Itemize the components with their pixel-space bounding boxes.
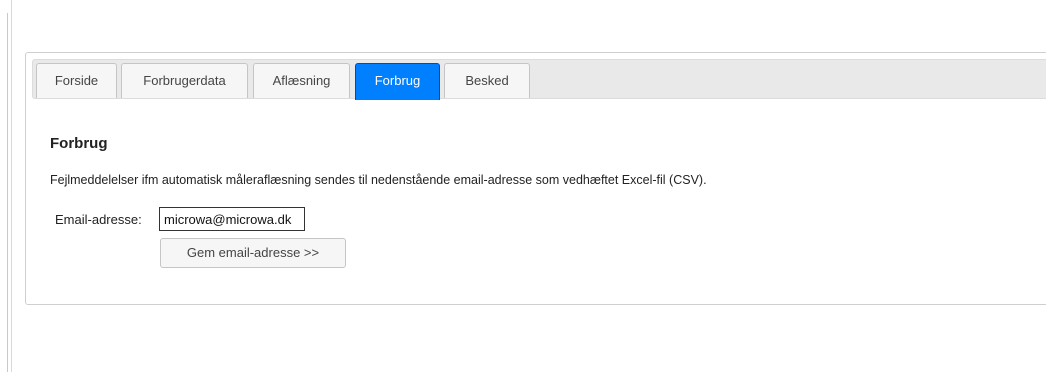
tab-bar: Forside Forbrugerdata Aflæsning Forbrug … — [32, 59, 1046, 100]
left-divider-secondary — [11, 0, 12, 372]
save-email-button[interactable]: Gem email-adresse >> — [160, 238, 346, 268]
left-divider — [7, 13, 8, 372]
tab-forside[interactable]: Forside — [36, 63, 117, 98]
email-label: Email-adresse: — [55, 212, 142, 227]
tab-besked[interactable]: Besked — [444, 63, 530, 98]
tab-aflaesning[interactable]: Aflæsning — [253, 63, 350, 98]
email-field[interactable] — [159, 207, 305, 231]
tabs-panel: Forside Forbrugerdata Aflæsning Forbrug … — [25, 52, 1046, 305]
section-description: Fejlmeddelelser ifm automatisk måleraflæ… — [50, 173, 707, 187]
tab-forbrug[interactable]: Forbrug — [355, 63, 440, 100]
section-title: Forbrug — [50, 135, 108, 152]
tab-forbrugerdata[interactable]: Forbrugerdata — [121, 63, 248, 98]
